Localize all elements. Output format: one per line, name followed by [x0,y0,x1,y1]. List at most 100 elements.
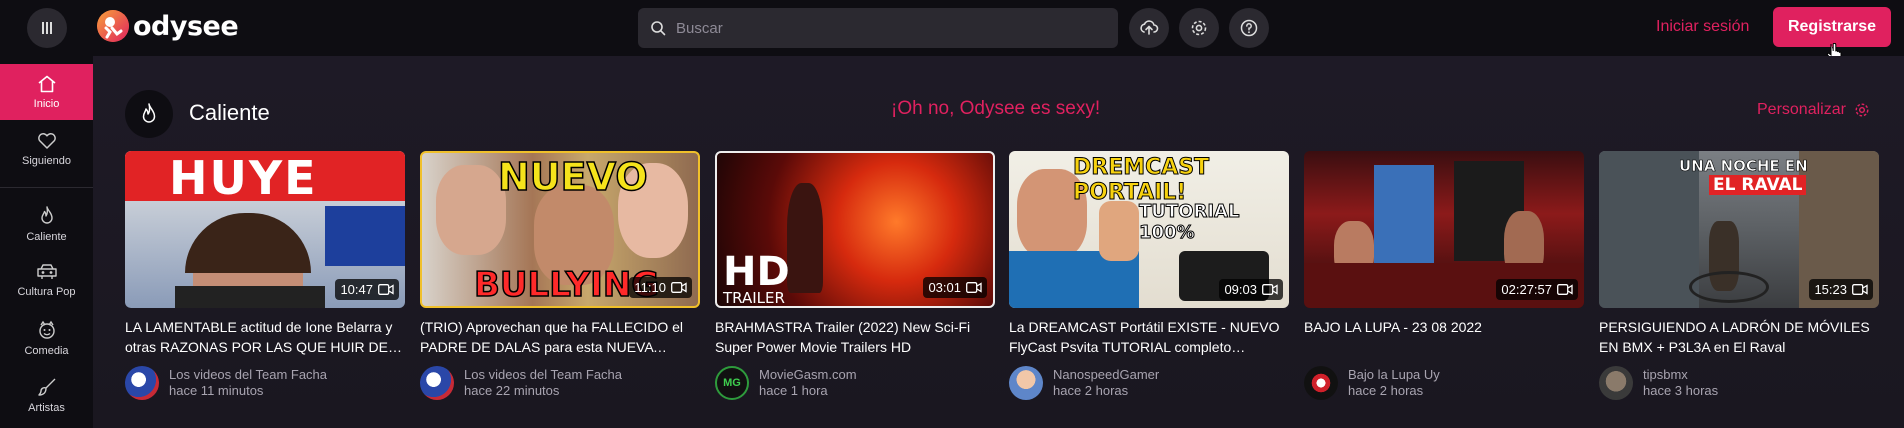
sidebar-item-label: Siguiendo [22,155,71,167]
upload-time: hace 2 horas [1053,383,1129,398]
video-camera-icon [671,282,687,293]
sidebar-item-cultura-pop[interactable]: Cultura Pop [0,263,93,298]
category-title: Caliente [189,100,270,125]
video-thumbnail[interactable]: NUEVO BULLYING 11:10 [420,151,700,308]
video-title[interactable]: (TRIO) Aprovechan que ha FALLECIDO el PA… [420,317,700,357]
video-thumbnail[interactable]: UNA NOCHE EN EL RAVAL 15:23 [1599,151,1879,308]
channel-name[interactable]: Los videos del Team Facha [464,367,622,383]
search-icon [651,21,666,36]
channel-avatar[interactable]: MG [715,366,749,400]
odysee-logo[interactable]: odysee [97,10,239,42]
flame-icon [40,206,53,224]
sidebar-item-siguiendo[interactable]: Siguiendo [0,132,93,167]
thumbnail-caption: TRAILER [723,289,785,307]
sidebar-item-caliente[interactable]: Caliente [0,206,93,243]
sidebar-item-artistas[interactable]: Artistas [0,377,93,414]
login-link[interactable]: Iniciar sesión [1656,18,1749,36]
video-duration: 15:23 [1809,279,1873,300]
comedy-icon [38,320,55,339]
logo-text: odysee [133,10,239,42]
upload-time: hace 11 minutos [169,383,264,398]
upload-cloud-icon [1140,20,1159,35]
help-button[interactable] [1229,8,1269,48]
thumbnail-caption: UNA NOCHE EN [1679,157,1808,176]
video-thumbnail[interactable]: DREMCAST PORTAIL! TUTORIAL 100% 09:03 [1009,151,1289,308]
video-thumbnail[interactable]: HUYE 10:47 [125,151,405,308]
channel-name[interactable]: MovieGasm.com [759,367,857,383]
settings-button[interactable] [1179,8,1219,48]
register-button[interactable]: Registrarse [1773,7,1891,47]
heart-icon [37,133,56,149]
channel-name[interactable]: Bajo la Lupa Uy [1348,367,1440,383]
video-card[interactable]: HUYE 10:47 LA LAMENTABLE actitud de Ione… [125,151,405,400]
video-duration: 10:47 [335,279,399,300]
video-title[interactable]: BAJO LA LUPA - 23 08 2022 [1304,317,1584,357]
channel-avatar[interactable] [420,366,454,400]
thumbnail-caption: EL RAVAL [1709,175,1807,195]
sidebar-item-label: Comedia [24,345,69,357]
help-icon [1240,19,1258,37]
gear-icon [1855,103,1869,117]
video-duration: 09:03 [1219,279,1283,300]
search-input[interactable] [676,19,1096,37]
upload-button[interactable] [1129,8,1169,48]
top-bar: odysee Iniciar sesión Registrarse [0,0,1904,56]
thumbnail-caption: NUEVO [497,154,648,200]
sidebar-item-label: Artistas [28,402,65,414]
promo-link[interactable]: ¡Oh no, Odysee es sexy! [891,98,1100,120]
odysee-logo-icon [97,10,129,42]
channel-avatar[interactable] [125,366,159,400]
channel-name[interactable]: NanospeedGamer [1053,367,1159,383]
video-thumbnail[interactable]: 02:27:57 [1304,151,1584,308]
upload-time: hace 1 hora [759,383,828,398]
video-camera-icon [1262,284,1278,295]
brush-icon [37,378,55,396]
thumbnail-caption: DREMCAST PORTAIL! [1073,155,1210,206]
video-thumbnail[interactable]: HD TRAILER 03:01 [715,151,995,308]
thumbnail-caption: HUYE [169,151,318,205]
channel-name[interactable]: Los videos del Team Facha [169,367,327,383]
video-title[interactable]: PERSIGUIENDO A LADRÓN DE MÓVILES EN BMX … [1599,317,1879,357]
personalize-button[interactable]: Personalizar [1757,101,1870,119]
sidebar-item-label: Cultura Pop [17,286,76,298]
video-camera-icon [1852,284,1868,295]
channel-avatar[interactable] [1599,366,1633,400]
popculture-icon [36,264,57,279]
category-icon-badge [125,90,173,138]
channel-avatar[interactable] [1009,366,1043,400]
video-camera-icon [1557,284,1573,295]
video-duration: 02:27:57 [1496,279,1578,300]
video-card[interactable]: DREMCAST PORTAIL! TUTORIAL 100% 09:03 La… [1009,151,1289,400]
video-title[interactable]: La DREAMCAST Portátil EXISTE - NUEVO Fly… [1009,317,1289,357]
home-icon [37,75,56,92]
video-card[interactable]: UNA NOCHE EN EL RAVAL 15:23 PERSIGUIENDO… [1599,151,1879,400]
upload-time: hace 2 horas [1348,383,1424,398]
flame-icon [142,103,156,123]
video-duration: 11:10 [629,277,692,298]
thumbnail-caption: TUTORIAL 100% [1139,201,1240,244]
sidebar-divider [0,187,93,188]
video-title[interactable]: LA LAMENTABLE actitud de Ione Belarra y … [125,317,405,357]
search-bar[interactable] [638,8,1118,48]
video-camera-icon [378,284,394,295]
sidebar-item-inicio[interactable]: Inicio [0,64,93,120]
sidebar-item-label: Caliente [26,231,67,243]
channel-name[interactable]: tipsbmx [1643,367,1718,383]
video-title[interactable]: BRAHMASTRA Trailer (2022) New Sci-Fi Sup… [715,317,995,357]
gear-icon [1191,20,1207,36]
video-duration: 03:01 [923,277,987,298]
sidebar-item-label: Inicio [33,97,60,110]
channel-avatar[interactable] [1304,366,1338,400]
upload-time: hace 22 minutos [464,383,560,398]
video-card[interactable]: HD TRAILER 03:01 BRAHMASTRA Trailer (202… [715,151,995,400]
video-card[interactable]: NUEVO BULLYING 11:10 (TRIO) Aprovechan q… [420,151,700,400]
menu-icon [42,22,52,34]
upload-time: hace 3 horas [1643,383,1719,398]
video-card[interactable]: 02:27:57 BAJO LA LUPA - 23 08 2022 Bajo … [1304,151,1584,400]
video-camera-icon [966,282,982,293]
menu-button[interactable] [27,8,67,48]
personalize-label: Personalizar [1757,101,1846,118]
main-content: Caliente ¡Oh no, Odysee es sexy! Persona… [93,56,1904,428]
sidebar-item-comedia[interactable]: Comedia [0,320,93,357]
sidebar: Inicio Siguiendo Caliente Cultura Pop Co… [0,56,93,428]
